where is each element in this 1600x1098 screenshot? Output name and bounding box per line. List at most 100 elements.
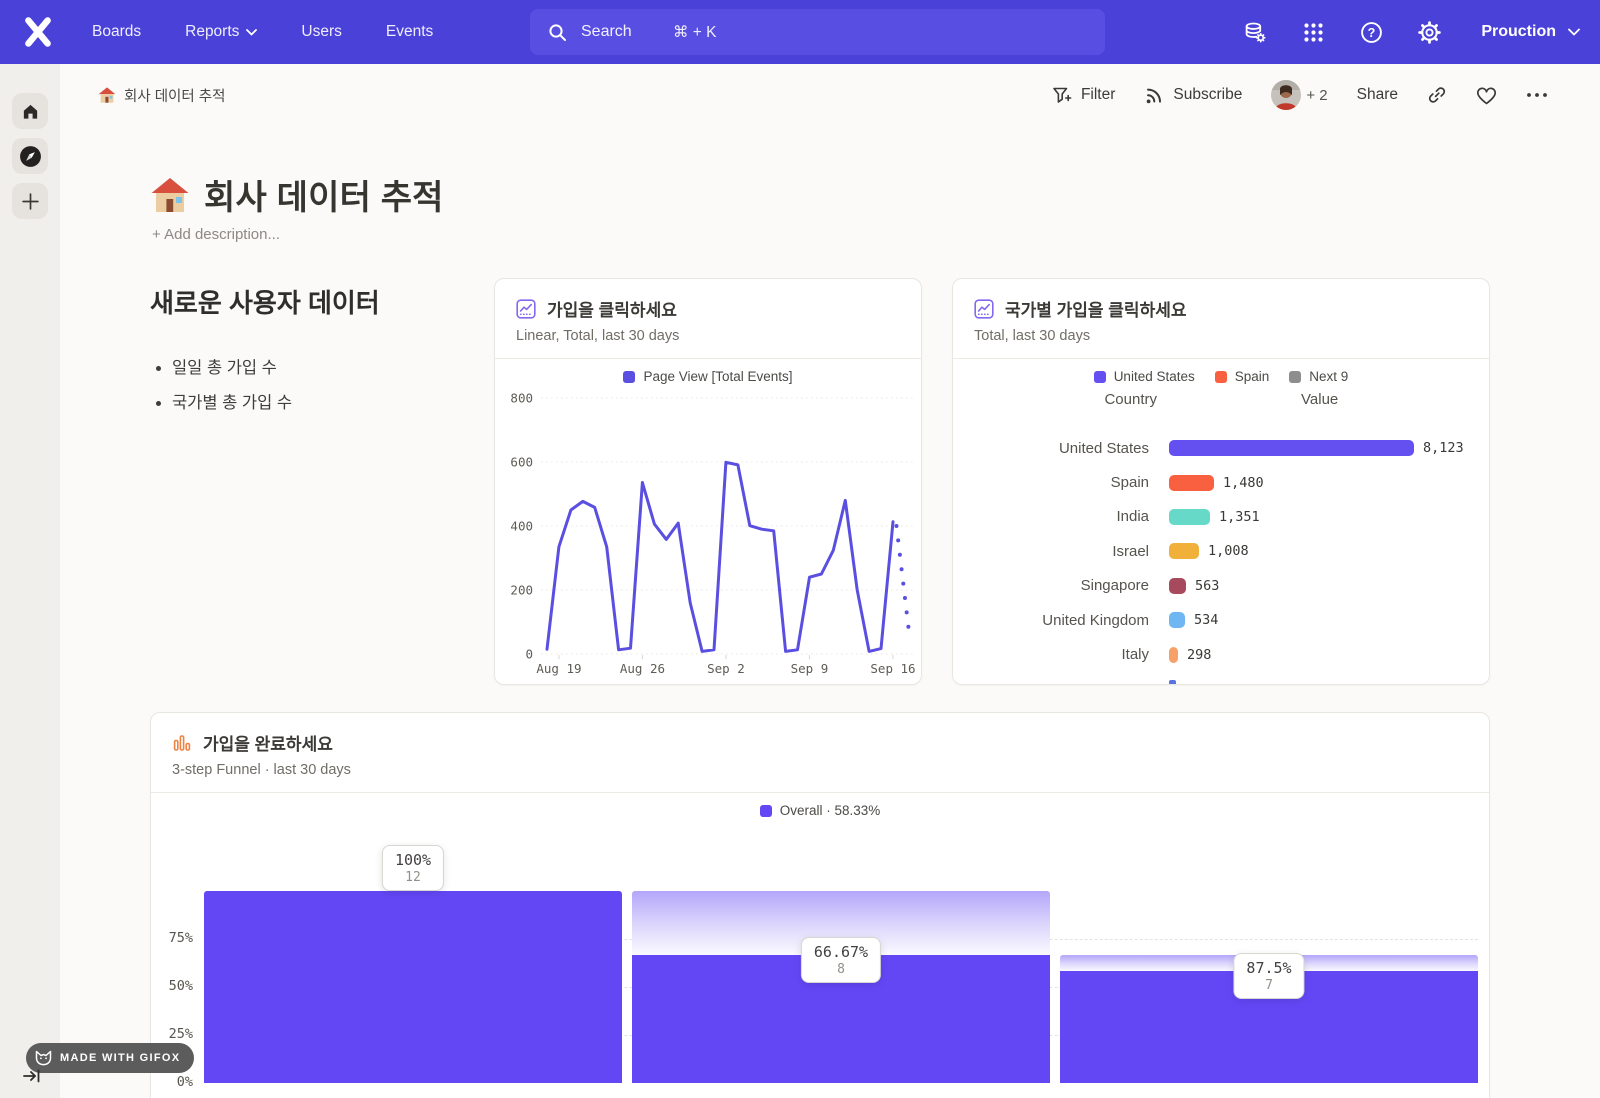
- country-value: 8,123: [1423, 440, 1464, 456]
- line-chart-plot[interactable]: 8006004002000Aug 19Aug 26Sep 2Sep 9Sep 1…: [495, 385, 923, 681]
- country-label: United Kingdom: [953, 612, 1149, 629]
- legend-entry[interactable]: Spain: [1215, 369, 1270, 384]
- text-widget-bullet: 국가별 총 가입 수: [172, 389, 480, 413]
- country-row[interactable]: Spain 1,480: [953, 465, 1489, 499]
- funnel-ytick: 25%: [151, 1026, 193, 1042]
- subscribe-label: Subscribe: [1173, 86, 1242, 104]
- country-row[interactable]: United Kingdom 534: [953, 603, 1489, 637]
- country-bar[interactable]: [1169, 578, 1186, 594]
- nav-item-reports[interactable]: Reports: [185, 23, 257, 41]
- legend-entry[interactable]: Next 9: [1289, 369, 1348, 384]
- help-button[interactable]: ?: [1359, 20, 1383, 44]
- expand-sidebar-icon[interactable]: [22, 1066, 42, 1086]
- search-shortcut: ⌘ + K: [673, 23, 717, 42]
- data-management-button[interactable]: [1243, 20, 1267, 44]
- divider: [495, 358, 921, 359]
- svg-text:400: 400: [510, 519, 533, 534]
- svg-text:?: ?: [1368, 25, 1376, 39]
- country-bar[interactable]: [1169, 543, 1199, 559]
- country-card-subtitle: Total, last 30 days: [974, 328, 1090, 344]
- search-bar[interactable]: ⌘ + K: [530, 9, 1105, 55]
- country-bar[interactable]: [1169, 647, 1178, 663]
- breadcrumb[interactable]: 회사 데이터 추적: [98, 85, 225, 106]
- sidebar-home-button[interactable]: [12, 93, 48, 129]
- legend-label: United States: [1114, 369, 1195, 384]
- nav-menu: Boards Reports Users Events: [92, 0, 433, 64]
- funnel-bar[interactable]: [204, 891, 622, 1083]
- funnel-ytick: 75%: [151, 930, 193, 946]
- board-toolbar: 회사 데이터 추적 Filter Subscribe: [60, 64, 1600, 126]
- funnel-chart-icon: [172, 733, 192, 753]
- search-input[interactable]: [581, 23, 673, 41]
- sidebar-explore-button[interactable]: [12, 138, 48, 174]
- country-label: Israel: [953, 543, 1149, 560]
- funnel-step-conversion: 66.67%: [814, 943, 868, 961]
- country-value: 563: [1195, 578, 1219, 594]
- svg-text:200: 200: [510, 583, 533, 598]
- legend-label: Spain: [1235, 369, 1270, 384]
- filter-funnel-icon: [1052, 86, 1072, 105]
- legend-entry[interactable]: United States: [1094, 369, 1195, 384]
- top-nav: Boards Reports Users Events ⌘ + K: [0, 0, 1600, 64]
- country-value: 1,480: [1223, 475, 1264, 491]
- country-bar[interactable]: [1169, 440, 1414, 456]
- gifox-badge: MADE WITH GIFOX: [26, 1043, 194, 1073]
- nav-item-events[interactable]: Events: [386, 23, 433, 41]
- favorite-button[interactable]: [1476, 86, 1497, 105]
- toolbar-actions: Filter Subscribe + 2 Sha: [1052, 80, 1548, 110]
- nav-item-boards[interactable]: Boards: [92, 23, 141, 41]
- country-chart-card[interactable]: 국가별 가입을 클릭하세요 Total, last 30 days United…: [952, 278, 1490, 685]
- country-value: 298: [1187, 647, 1211, 663]
- country-row[interactable]: Singapore 563: [953, 569, 1489, 603]
- country-row[interactable]: United States 8,123: [953, 431, 1489, 465]
- funnel-chart-card[interactable]: 가입을 완료하세요 3-step Funnel · last 30 days O…: [150, 712, 1490, 1098]
- svg-text:0: 0: [525, 647, 533, 662]
- line-chart-card[interactable]: 가입을 클릭하세요 Linear, Total, last 30 days Pa…: [494, 278, 922, 685]
- database-gear-icon: [1244, 21, 1267, 44]
- settings-button[interactable]: [1417, 20, 1441, 44]
- funnel-bar-solid: [204, 891, 622, 1083]
- text-widget-list: 일일 총 가입 수 국가별 총 가입 수: [150, 354, 480, 413]
- apps-grid-button[interactable]: [1301, 20, 1325, 44]
- fox-icon: [35, 1050, 52, 1066]
- country-row[interactable]: Italy 298: [953, 637, 1489, 671]
- country-bar[interactable]: [1169, 509, 1210, 525]
- divider: [953, 358, 1489, 359]
- funnel-bar[interactable]: [632, 891, 1050, 1083]
- filter-label: Filter: [1081, 86, 1115, 104]
- country-row[interactable]: Israel 1,008: [953, 534, 1489, 568]
- filter-button[interactable]: Filter: [1052, 86, 1115, 105]
- column-header-value: Value: [1301, 391, 1338, 408]
- collaborators[interactable]: + 2: [1271, 80, 1327, 110]
- nav-item-label: Boards: [92, 23, 141, 41]
- country-rows: United States 8,123 Spain 1,480 India 1,…: [953, 431, 1489, 672]
- country-legend-swatch: [1215, 371, 1227, 383]
- funnel-ytick: 50%: [151, 978, 193, 994]
- country-row[interactable]: India 1,351: [953, 500, 1489, 534]
- settings-gear-icon: [1418, 21, 1441, 44]
- project-switcher[interactable]: Prouction: [1481, 23, 1580, 41]
- mixpanel-logo-icon[interactable]: [20, 14, 56, 50]
- gifox-badge-label: MADE WITH GIFOX: [60, 1052, 180, 1064]
- nav-right-cluster: ? Prouction: [1243, 0, 1580, 64]
- rss-icon: [1144, 85, 1164, 106]
- copy-link-button[interactable]: [1427, 85, 1447, 105]
- add-description-button[interactable]: + Add description...: [152, 226, 280, 243]
- project-name: Prouction: [1481, 23, 1556, 41]
- legend-label: Overall · 58.33%: [780, 803, 881, 818]
- share-label: Share: [1357, 86, 1398, 104]
- sidebar-create-button[interactable]: [12, 183, 48, 219]
- svg-text:Aug 26: Aug 26: [620, 661, 665, 676]
- subscribe-button[interactable]: Subscribe: [1144, 85, 1242, 106]
- nav-item-users[interactable]: Users: [301, 23, 341, 41]
- funnel-chart-legend[interactable]: Overall · 58.33%: [151, 803, 1489, 818]
- line-chart-legend[interactable]: Page View [Total Events]: [495, 369, 921, 384]
- page-title-row: 회사 데이터 추적: [150, 170, 444, 219]
- line-card-header: 가입을 클릭하세요: [516, 296, 677, 321]
- svg-text:Sep 9: Sep 9: [791, 661, 829, 676]
- share-button[interactable]: Share: [1357, 86, 1398, 104]
- more-button[interactable]: [1526, 92, 1548, 98]
- country-bar[interactable]: [1169, 612, 1185, 628]
- country-bar[interactable]: [1169, 475, 1214, 491]
- legend-swatch: [760, 805, 772, 817]
